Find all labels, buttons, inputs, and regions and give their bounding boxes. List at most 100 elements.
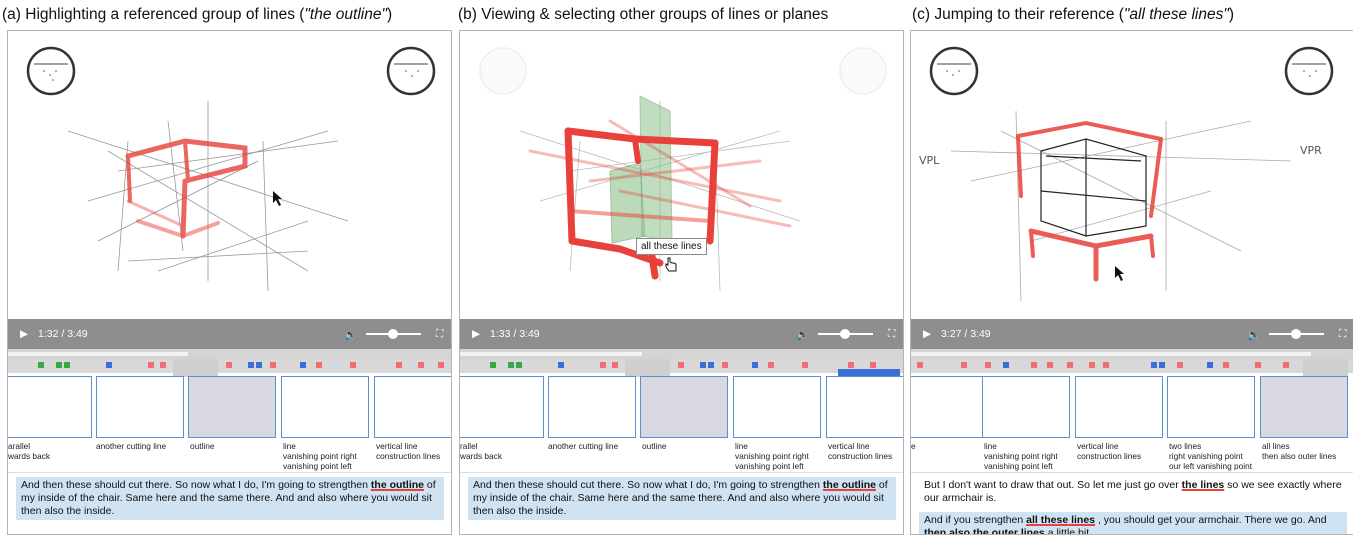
timeline-marker[interactable] (418, 362, 424, 368)
timeline-marker[interactable] (558, 362, 564, 368)
volume-icon[interactable]: 🔈 (1247, 328, 1260, 341)
marker-track[interactable] (460, 359, 903, 373)
timeline-marker[interactable] (917, 362, 923, 368)
thumbnail[interactable] (982, 376, 1070, 438)
timeline-marker[interactable] (148, 362, 154, 368)
thumbnail-active[interactable] (188, 376, 276, 438)
fullscreen-icon[interactable]: ⛶ (1339, 328, 1346, 341)
thumbnail[interactable] (96, 376, 184, 438)
timeline-marker[interactable] (708, 362, 714, 368)
timeline-marker[interactable] (1003, 362, 1009, 368)
timeline-marker[interactable] (768, 362, 774, 368)
timeline-marker[interactable] (1207, 362, 1213, 368)
timeline-marker[interactable] (106, 362, 112, 368)
reference-link[interactable]: the outline (371, 479, 424, 491)
timeline-marker[interactable] (300, 362, 306, 368)
timeline-marker[interactable] (516, 362, 522, 368)
thumbnail[interactable] (548, 376, 636, 438)
reference-link[interactable]: all these lines (1026, 514, 1095, 526)
timeline-marker[interactable] (985, 362, 991, 368)
brush-icon-right[interactable] (1284, 46, 1334, 96)
thumbnail[interactable] (374, 376, 451, 438)
timeline-marker[interactable] (38, 362, 44, 368)
timeline-marker[interactable] (961, 362, 967, 368)
sketch-canvas[interactable] (8, 31, 451, 319)
thumbnail[interactable] (281, 376, 369, 438)
timeline-marker[interactable] (226, 362, 232, 368)
thumbnail[interactable] (8, 376, 92, 438)
timeline-marker[interactable] (316, 362, 322, 368)
timeline-marker[interactable] (678, 362, 684, 368)
brush-icon-right[interactable] (839, 47, 887, 95)
transcript-block[interactable]: And then these should cut there. So now … (468, 477, 896, 520)
timeline-marker[interactable] (1255, 362, 1261, 368)
transcript-block[interactable]: But I don't want to draw that out. So le… (919, 477, 1347, 507)
sketch-canvas[interactable]: all these lines (460, 31, 903, 319)
play-button[interactable]: ▶ (472, 328, 480, 340)
brush-icon[interactable] (929, 46, 979, 96)
timeline-marker[interactable] (752, 362, 758, 368)
reference-link[interactable]: the lines (1182, 479, 1225, 491)
timeline-marker[interactable] (1089, 362, 1095, 368)
brush-icon-right[interactable] (386, 46, 436, 96)
timeline-marker[interactable] (508, 362, 514, 368)
marker-track[interactable] (911, 359, 1353, 373)
transcript-block[interactable]: And then these should cut there. So now … (16, 477, 444, 520)
fullscreen-icon[interactable]: ⛶ (436, 328, 443, 341)
timeline-marker[interactable] (1177, 362, 1183, 368)
sketch-canvas[interactable]: VPL VPR (911, 31, 1353, 319)
volume-icon[interactable]: 🔈 (344, 328, 357, 341)
fullscreen-icon[interactable]: ⛶ (888, 328, 895, 341)
timeline-marker[interactable] (1223, 362, 1229, 368)
thumbnail[interactable] (460, 376, 544, 438)
timeline-marker[interactable] (1283, 362, 1289, 368)
brush-icon[interactable] (479, 47, 527, 95)
transcript-block-active[interactable]: And if you strengthen all these lines , … (919, 512, 1347, 534)
volume-knob[interactable] (840, 329, 850, 339)
timeline-marker[interactable] (802, 362, 808, 368)
play-button[interactable]: ▶ (923, 328, 931, 340)
volume-knob[interactable] (1291, 329, 1301, 339)
timeline-marker[interactable] (438, 362, 444, 368)
timeline-marker[interactable] (160, 362, 166, 368)
thumbnail[interactable] (1075, 376, 1163, 438)
thumbnail[interactable] (826, 376, 903, 438)
thumbnail[interactable] (733, 376, 821, 438)
selection-range[interactable] (838, 369, 900, 376)
timeline-marker[interactable] (1031, 362, 1037, 368)
progress-bar[interactable] (460, 349, 903, 359)
timeline-marker[interactable] (1047, 362, 1053, 368)
thumbnail-active[interactable] (1260, 376, 1348, 438)
timeline-marker[interactable] (1151, 362, 1157, 368)
timeline-marker[interactable] (350, 362, 356, 368)
timeline-marker[interactable] (256, 362, 262, 368)
time-display: 1:33 / 3:49 (490, 328, 540, 340)
thumbnail[interactable] (1167, 376, 1255, 438)
timeline-marker[interactable] (490, 362, 496, 368)
thumbnail-active[interactable] (640, 376, 728, 438)
volume-knob[interactable] (388, 329, 398, 339)
timeline-marker[interactable] (1159, 362, 1165, 368)
progress-bar[interactable] (8, 349, 451, 359)
brush-icon[interactable] (26, 46, 76, 96)
timeline-marker[interactable] (848, 362, 854, 368)
caption-c-tail: ) (1228, 6, 1235, 23)
timeline-marker[interactable] (56, 362, 62, 368)
marker-track[interactable] (8, 359, 451, 373)
timeline-marker[interactable] (270, 362, 276, 368)
timeline-marker[interactable] (612, 362, 618, 368)
timeline-marker[interactable] (396, 362, 402, 368)
timeline-marker[interactable] (700, 362, 706, 368)
timeline-marker[interactable] (64, 362, 70, 368)
reference-link[interactable]: then also the outer lines (924, 527, 1045, 534)
timeline-marker[interactable] (248, 362, 254, 368)
progress-bar[interactable] (911, 349, 1353, 359)
reference-link[interactable]: the outline (823, 479, 876, 491)
timeline-marker[interactable] (1103, 362, 1109, 368)
timeline-marker[interactable] (600, 362, 606, 368)
timeline-marker[interactable] (722, 362, 728, 368)
timeline-marker[interactable] (1067, 362, 1073, 368)
volume-icon[interactable]: 🔈 (796, 328, 809, 341)
timeline-marker[interactable] (870, 362, 876, 368)
play-button[interactable]: ▶ (20, 328, 28, 340)
